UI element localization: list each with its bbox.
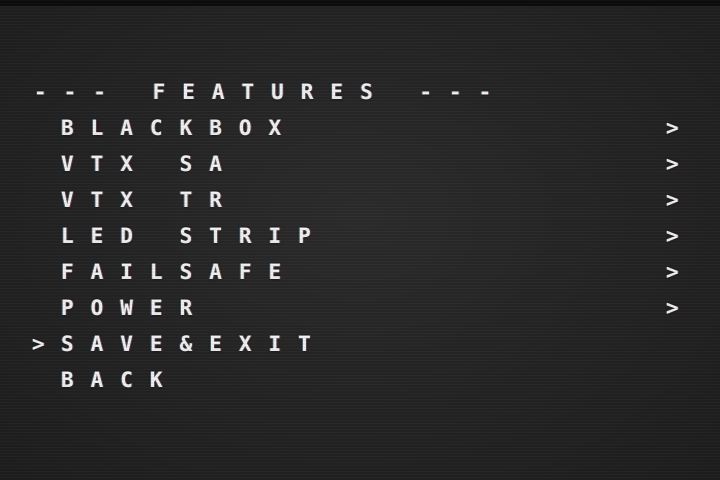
selection-cursor-icon: > bbox=[32, 332, 45, 356]
chevron-right-icon: > bbox=[666, 188, 679, 212]
menu-item-vtx-sa[interactable]: VTX SA bbox=[61, 152, 239, 176]
menu-item-back[interactable]: BACK bbox=[61, 368, 180, 392]
chevron-right-icon: > bbox=[666, 224, 679, 248]
chevron-right-icon: > bbox=[666, 116, 679, 140]
chevron-right-icon: > bbox=[666, 260, 679, 284]
menu-item-blackbox[interactable]: BLACKBOX bbox=[61, 116, 298, 140]
menu-item-power[interactable]: POWER bbox=[61, 296, 209, 320]
menu-title: --- FEATURES --- bbox=[34, 80, 509, 104]
menu-item-led-strip[interactable]: LED STRIP bbox=[61, 224, 328, 248]
menu-item-save-exit[interactable]: SAVE&EXIT bbox=[61, 332, 328, 356]
top-border bbox=[0, 0, 720, 6]
menu-item-vtx-tr[interactable]: VTX TR bbox=[61, 188, 239, 212]
menu-item-failsafe[interactable]: FAILSAFE bbox=[61, 260, 298, 284]
chevron-right-icon: > bbox=[666, 152, 679, 176]
osd-screen: --- FEATURES --- BLACKBOX > VTX SA > VTX… bbox=[0, 0, 720, 480]
chevron-right-icon: > bbox=[666, 296, 679, 320]
